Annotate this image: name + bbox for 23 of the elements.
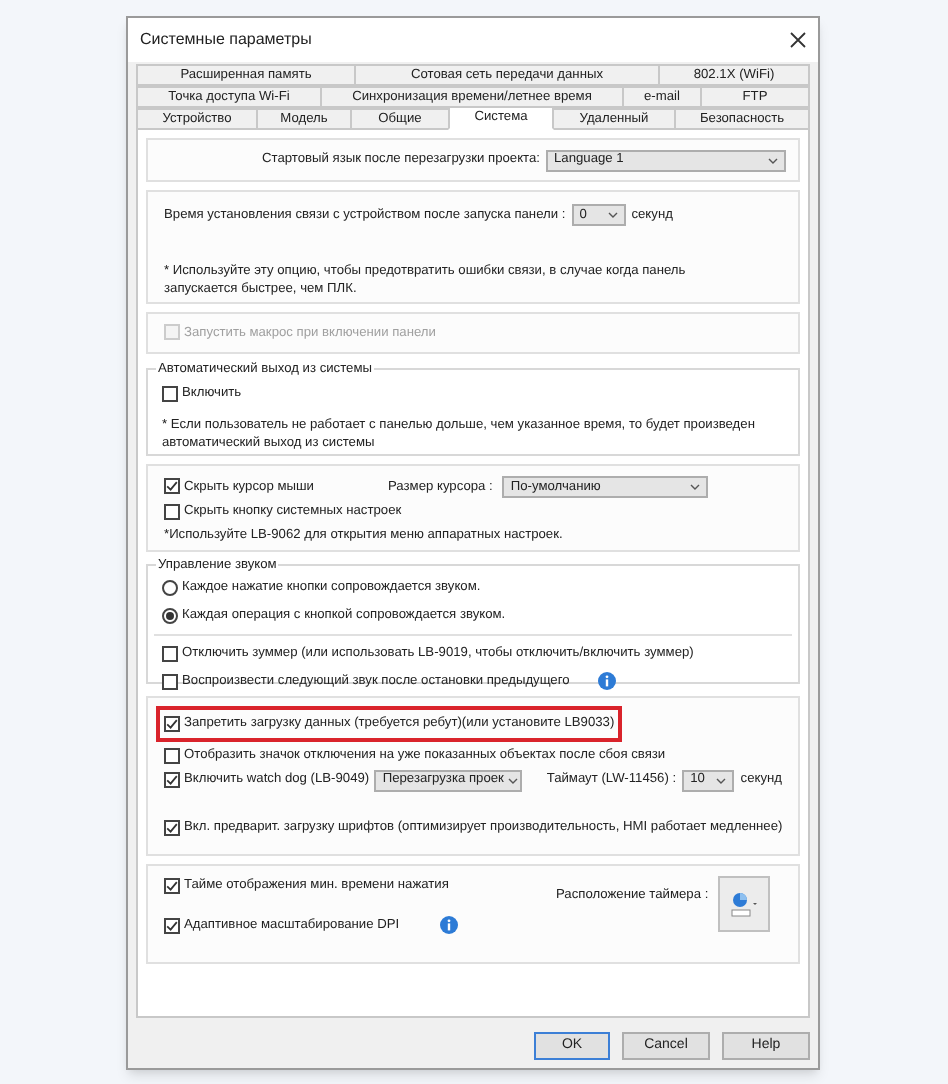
close-icon[interactable] — [790, 32, 806, 48]
checkbox[interactable] — [164, 478, 180, 495]
checkbox[interactable] — [162, 645, 178, 662]
chevron-down-icon — [716, 777, 727, 784]
chevron-down-icon — [768, 157, 778, 163]
checkbox[interactable] — [164, 917, 180, 934]
checkbox[interactable] — [164, 747, 180, 764]
checkbox[interactable] — [162, 673, 178, 690]
checkbox[interactable] — [164, 819, 180, 836]
checkbox[interactable] — [164, 503, 180, 520]
timer-position-button[interactable] — [718, 876, 771, 932]
radio-button[interactable] — [162, 579, 178, 596]
checkbox[interactable] — [164, 772, 180, 789]
radio-button[interactable] — [162, 607, 178, 624]
checkbox[interactable] — [164, 715, 180, 732]
checkbox[interactable] — [162, 385, 178, 402]
info-icon[interactable] — [597, 672, 616, 691]
chevron-down-icon — [507, 777, 518, 784]
info-icon[interactable] — [439, 916, 458, 935]
window-title: Системные параметры — [140, 28, 312, 52]
checkbox[interactable] — [164, 877, 180, 894]
chevron-down-icon — [690, 484, 701, 490]
chevron-down-icon — [607, 212, 618, 218]
